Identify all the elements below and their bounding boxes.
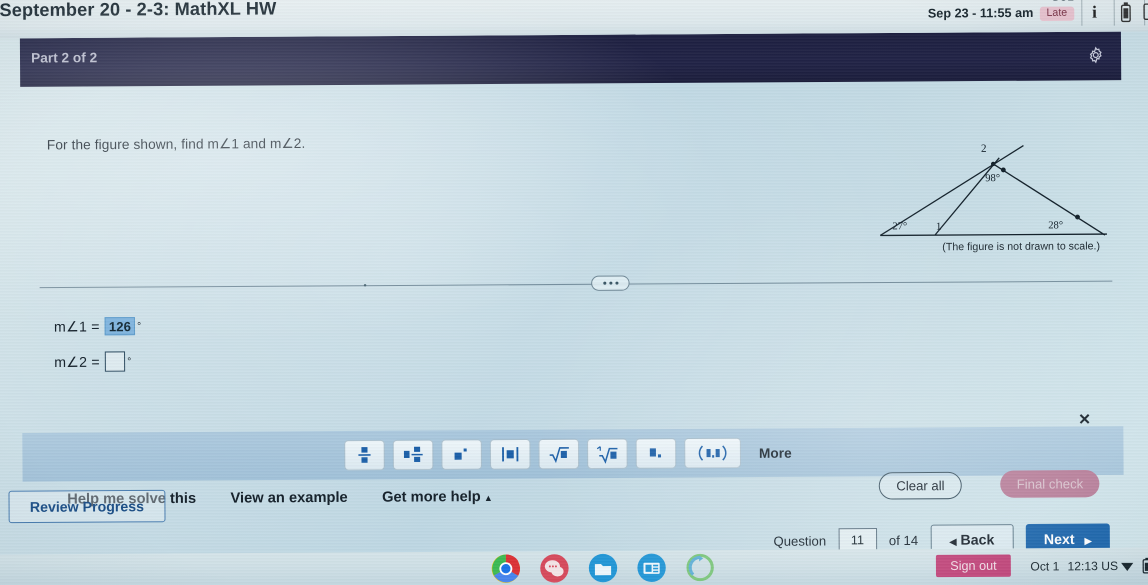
- square-root-button[interactable]: [538, 438, 579, 470]
- figure-label-1: 1: [936, 221, 942, 233]
- exponent-button[interactable]: [441, 439, 482, 470]
- answer-label-2: m∠2 =: [54, 353, 100, 370]
- chat-app-icon[interactable]: [539, 553, 570, 584]
- ordered-pair-button[interactable]: [684, 437, 741, 469]
- subscript-button[interactable]: [635, 438, 677, 469]
- view-an-example-link[interactable]: View an example: [230, 490, 347, 507]
- battery-icon[interactable]: [1115, 1, 1137, 23]
- answer-input-2[interactable]: [104, 351, 126, 372]
- info-icon[interactable]: i: [1082, 0, 1106, 26]
- shelf-app-icons: [491, 552, 716, 584]
- gear-icon[interactable]: [1083, 42, 1109, 68]
- figure-angle-apex: 98°: [985, 173, 1000, 184]
- divider-tick: •: [363, 280, 367, 291]
- question-word-label: Question: [773, 532, 827, 549]
- mathxl-exercise-window: Part 2 of 2 For the figure shown, find m…: [19, 31, 1124, 555]
- shelf-time[interactable]: 12:13 US: [1067, 559, 1118, 573]
- part-indicator: Part 2 of 2: [31, 49, 98, 66]
- mixed-number-button[interactable]: [392, 439, 434, 471]
- question-total-label: of 14: [888, 532, 919, 548]
- next-button-label: Next: [1043, 530, 1075, 548]
- review-progress-button[interactable]: Review Progress: [8, 489, 166, 524]
- page-title: September 20 - 2-3: MathXL HW: [0, 0, 277, 21]
- answer-label-1: m∠1 =: [53, 317, 100, 335]
- answer-row-1: m∠1 = 126 °: [53, 316, 142, 336]
- battery-icon[interactable]: [1142, 557, 1148, 579]
- back-button-label: Back: [960, 531, 995, 548]
- help-link-label: View an example: [230, 489, 348, 507]
- status-badge-late: Late: [1039, 6, 1075, 21]
- fraction-button[interactable]: [344, 439, 385, 471]
- figure-angle-left: 27°: [892, 221, 907, 232]
- final-check-button[interactable]: Final check: [1000, 469, 1100, 498]
- slides-app-icon[interactable]: [636, 553, 667, 584]
- figure-caption: (The figure is not drawn to scale.): [942, 240, 1101, 254]
- due-label: DUE: [928, 0, 1075, 4]
- absolute-value-button[interactable]: [489, 439, 531, 470]
- chevron-left-icon: ◀: [949, 536, 957, 547]
- panel-divider: •: [39, 273, 1113, 296]
- geometry-figure: 2 98° 27° 1 28°: [874, 133, 1113, 256]
- answer-row-2: m∠2 = °: [54, 351, 131, 372]
- nth-root-button[interactable]: [586, 438, 628, 470]
- overflow-icon[interactable]: [1143, 1, 1148, 23]
- recovery-icon[interactable]: [685, 552, 716, 583]
- files-icon[interactable]: [588, 553, 619, 584]
- chevron-right-icon: ▶: [1084, 535, 1092, 546]
- figure-angle-right: 28°: [1048, 220, 1063, 231]
- degree-symbol-2: °: [127, 355, 132, 368]
- due-info: DUE Sep 23 - 11:55 am Late: [928, 0, 1075, 22]
- close-icon[interactable]: ✕: [1078, 410, 1091, 428]
- help-link-label: Get more help: [382, 488, 481, 506]
- clear-all-button[interactable]: Clear all: [879, 471, 962, 500]
- wifi-icon[interactable]: [1120, 559, 1134, 577]
- math-palette: More: [22, 426, 1124, 482]
- more-button[interactable]: More: [749, 437, 802, 468]
- answer-input-1[interactable]: 126: [104, 316, 136, 336]
- exercise-content: For the figure shown, find m∠1 and m∠2.: [20, 80, 1124, 555]
- due-date: Sep 23 - 11:55 am: [927, 6, 1034, 22]
- chrome-icon[interactable]: [491, 553, 522, 584]
- question-prompt: For the figure shown, find m∠1 and m∠2.: [46, 135, 306, 153]
- exercise-header: Part 2 of 2: [19, 31, 1122, 87]
- get-more-help-link[interactable]: Get more help ▲: [382, 489, 493, 506]
- caret-up-icon: ▲: [483, 492, 493, 504]
- os-shelf: Sign out Oct 1 12:13 US: [0, 547, 1148, 585]
- drag-handle-dots-icon[interactable]: [591, 275, 630, 291]
- shelf-date[interactable]: Oct 1: [1030, 559, 1059, 573]
- degree-symbol-1: °: [137, 320, 142, 332]
- figure-label-2: 2: [981, 143, 987, 155]
- sign-out-button[interactable]: Sign out: [936, 554, 1011, 578]
- divider: [39, 280, 1113, 289]
